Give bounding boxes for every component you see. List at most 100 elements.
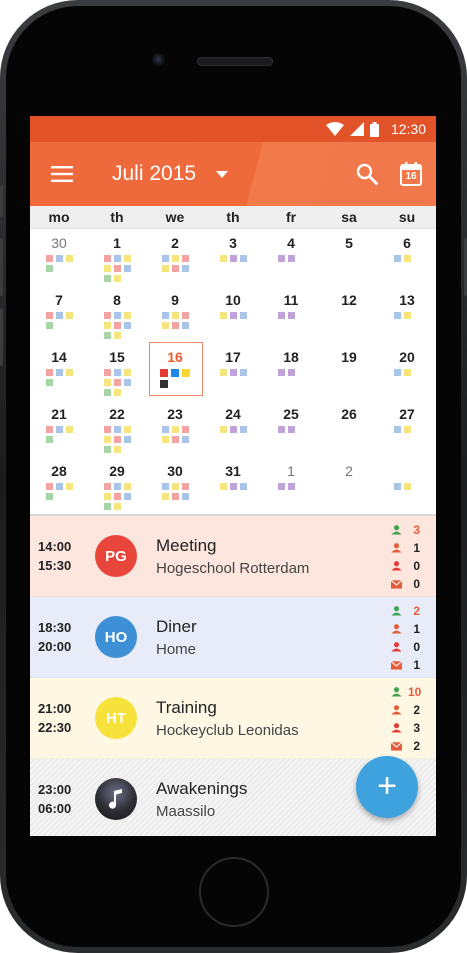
day-cell[interactable]: 8 (88, 286, 146, 343)
person-declined-icon (391, 642, 402, 652)
event-indicators (378, 369, 436, 376)
day-cell[interactable] (378, 457, 436, 514)
event-indicators (30, 369, 88, 386)
event-dot (123, 426, 131, 433)
day-number: 24 (225, 406, 241, 422)
add-event-button[interactable]: + (356, 756, 418, 818)
event-dot (103, 446, 111, 453)
day-cell[interactable]: 25 (262, 400, 320, 457)
day-cell[interactable]: 30 (30, 229, 88, 286)
event-item[interactable]: 21:00 22:30 HT Training Hockeyclub Leonidas 1… (30, 678, 436, 759)
today-button[interactable]: 16 (400, 162, 422, 186)
day-cell[interactable]: 31 (204, 457, 262, 514)
event-dot (181, 265, 189, 272)
day-cell[interactable]: 7 (30, 286, 88, 343)
event-dot (171, 436, 179, 443)
day-cell[interactable]: 18 (262, 343, 320, 400)
mute-switch (0, 185, 3, 217)
day-cell[interactable]: 5 (320, 229, 378, 286)
weekday-label: su (398, 209, 416, 225)
day-cell[interactable]: 26 (320, 400, 378, 457)
event-indicators (262, 369, 320, 376)
event-dot (393, 255, 401, 262)
event-dot (65, 483, 73, 490)
event-dot (219, 369, 227, 376)
day-cell[interactable]: 10 (204, 286, 262, 343)
event-dot (113, 389, 121, 396)
day-cell[interactable]: 17 (204, 343, 262, 400)
attendee-count: 2 (413, 603, 420, 618)
attendee-count-row: 10 (391, 684, 421, 699)
event-dot (123, 265, 131, 272)
attendee-count-row: 0 (391, 639, 420, 654)
event-dot (171, 493, 179, 500)
day-cell[interactable]: 6 (378, 229, 436, 286)
day-number: 2 (345, 463, 353, 479)
event-details: Awakenings Maassilo (156, 779, 247, 820)
status-time: 12:30 (390, 121, 426, 137)
day-cell[interactable]: 1 (262, 457, 320, 514)
day-cell[interactable]: 24 (204, 400, 262, 457)
event-dot (181, 322, 189, 329)
day-number: 7 (55, 292, 63, 308)
day-cell-today[interactable]: 16 (146, 342, 204, 400)
day-cell[interactable]: 9 (146, 286, 204, 343)
home-button[interactable] (199, 857, 269, 927)
event-dot (403, 369, 411, 376)
day-cell[interactable]: 15 (88, 343, 146, 400)
day-cell[interactable]: 21 (30, 400, 88, 457)
day-cell[interactable]: 4 (262, 229, 320, 286)
day-cell[interactable]: 20 (378, 343, 436, 400)
day-cell[interactable]: 12 (320, 286, 378, 343)
event-item[interactable]: 14:00 15:30 PG Meeting Hogeschool Rotterdam 3… (30, 516, 436, 597)
event-dot (113, 426, 121, 433)
day-cell[interactable]: 27 (378, 400, 436, 457)
day-cell[interactable]: 11 (262, 286, 320, 343)
day-cell[interactable]: 2 (146, 229, 204, 286)
attendee-count: 0 (413, 558, 420, 573)
day-number: 18 (283, 349, 299, 365)
day-cell[interactable]: 28 (30, 457, 88, 514)
day-cell[interactable]: 13 (378, 286, 436, 343)
battery-icon (369, 121, 379, 137)
attendee-count-row: 1 (391, 540, 420, 555)
wifi-icon (325, 122, 344, 136)
event-dot (161, 255, 169, 262)
event-dot (229, 426, 237, 433)
event-indicators (146, 483, 204, 500)
attendee-count-row: 2 (391, 603, 420, 618)
event-dot (277, 255, 285, 262)
day-number: 20 (399, 349, 415, 365)
day-cell[interactable]: 29 (88, 457, 146, 514)
month-selector[interactable]: Juli 2015 (112, 162, 229, 186)
event-end-time: 06:00 (38, 801, 72, 816)
day-cell[interactable]: 30 (146, 457, 204, 514)
event-avatar: HO (95, 616, 137, 658)
weekday-label: we (165, 209, 185, 225)
attendee-count-row: 2 (391, 702, 420, 717)
event-dot (45, 312, 53, 319)
event-dot (45, 369, 53, 376)
event-indicators (262, 483, 320, 490)
person-declined-icon (391, 723, 402, 733)
day-number: 4 (287, 235, 295, 251)
day-cell[interactable]: 14 (30, 343, 88, 400)
day-cell[interactable]: 22 (88, 400, 146, 457)
day-cell[interactable]: 2 (320, 457, 378, 514)
day-cell[interactable]: 3 (204, 229, 262, 286)
menu-button[interactable] (30, 142, 94, 206)
event-dot (393, 483, 401, 490)
event-indicators (204, 312, 262, 319)
search-icon[interactable] (356, 163, 378, 185)
weekday-label: sa (341, 209, 357, 225)
day-number: 10 (225, 292, 241, 308)
event-dot (239, 483, 247, 490)
event-dot (161, 265, 169, 272)
day-cell[interactable]: 19 (320, 343, 378, 400)
event-item[interactable]: 18:30 20:00 HO Diner Home 2 1 0 1 (30, 597, 436, 678)
day-cell[interactable]: 23 (146, 400, 204, 457)
event-indicators (378, 312, 436, 319)
event-dot (287, 312, 295, 319)
day-cell[interactable]: 1 (88, 229, 146, 286)
day-number: 17 (225, 349, 241, 365)
